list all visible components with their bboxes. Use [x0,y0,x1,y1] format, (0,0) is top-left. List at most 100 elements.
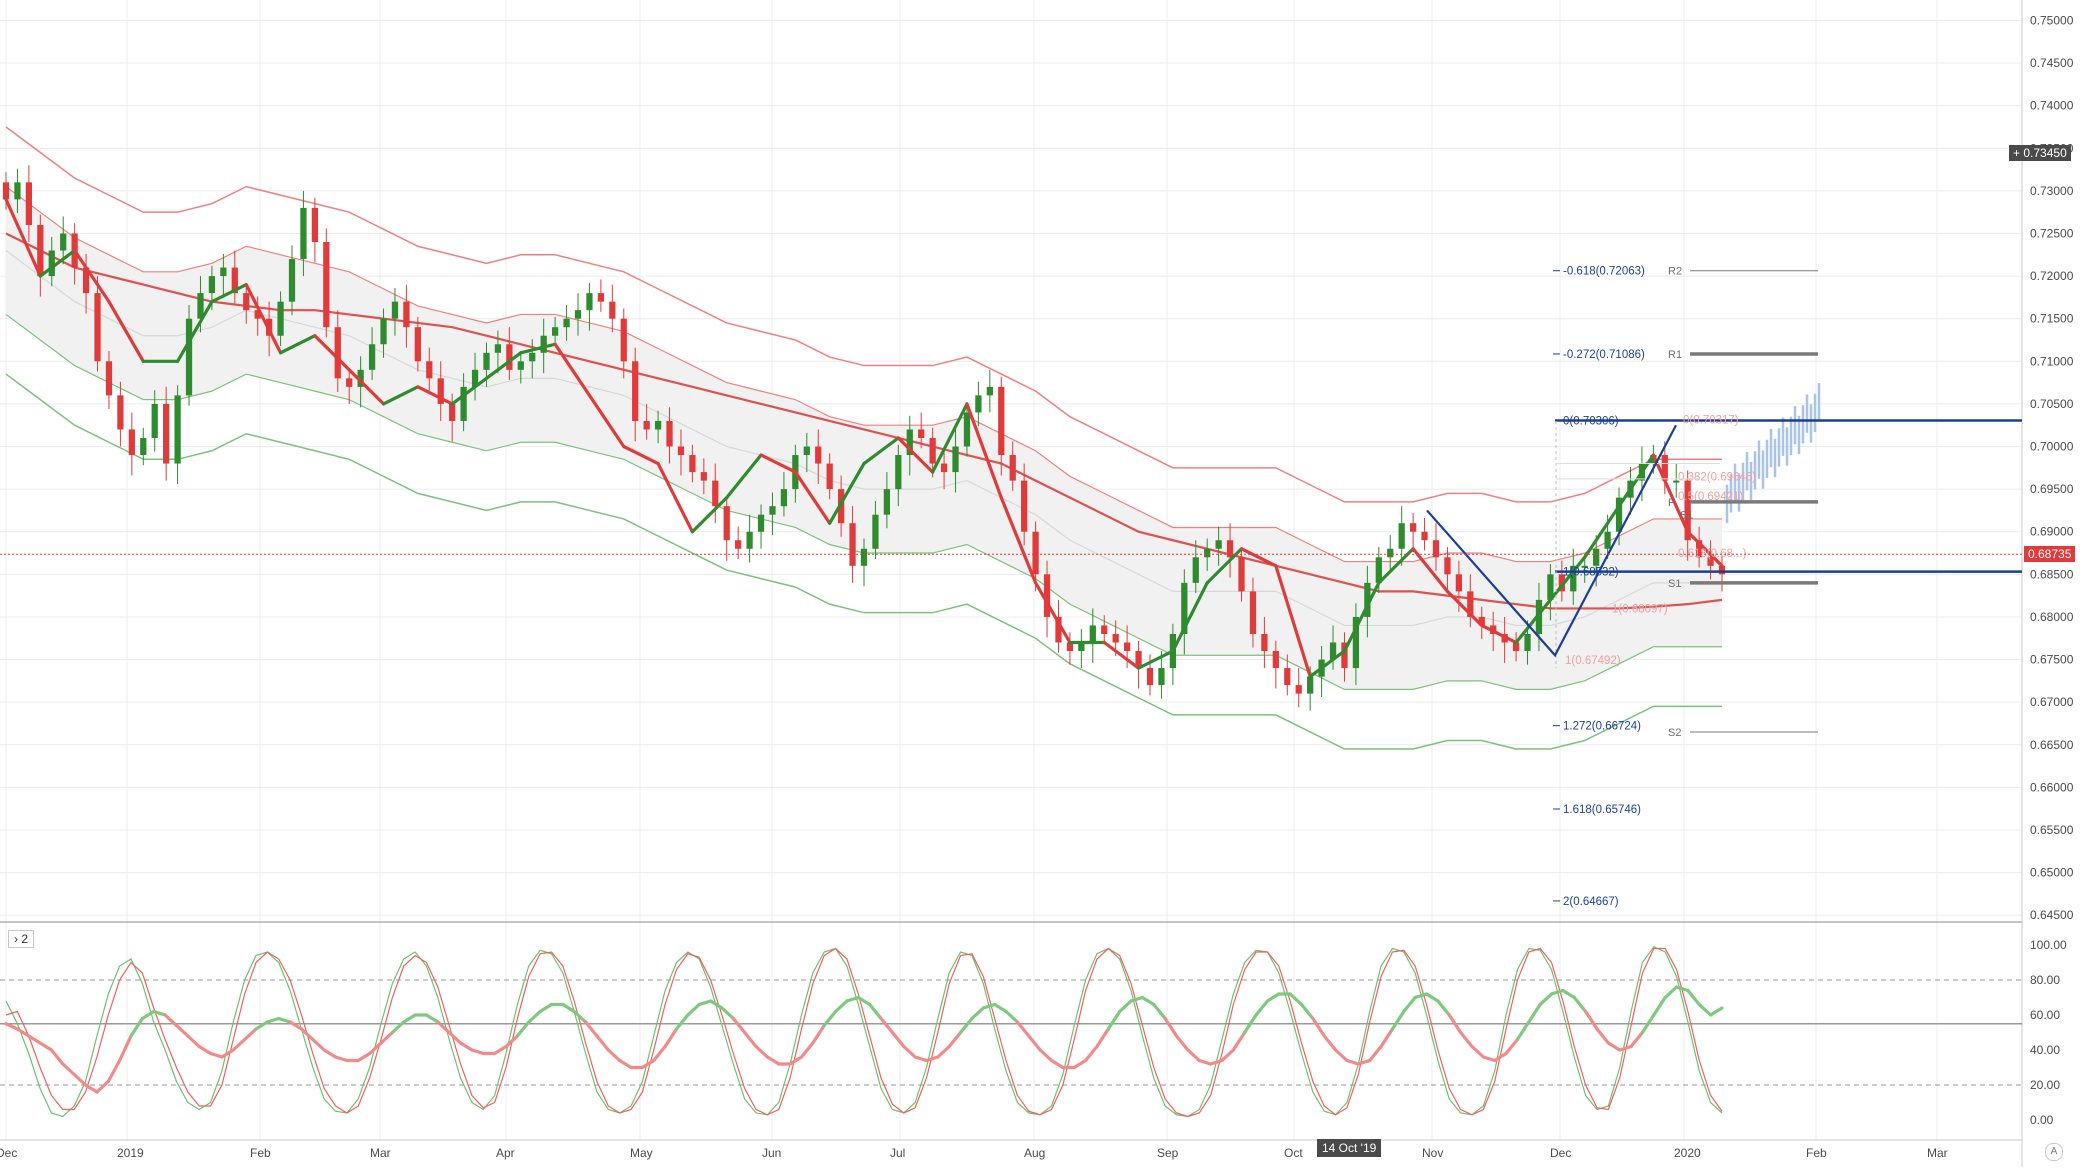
x-tick-label: 2020 [1674,1146,1701,1160]
candle-body [849,523,856,566]
candle-body [1421,531,1428,541]
osc-y-tick-label: 40.00 [2030,1043,2060,1057]
candle-body [574,310,582,319]
pivot-label: S1 [1668,578,1681,590]
candle-body [1593,548,1600,566]
candle-body [1043,574,1051,617]
x-tick-label: Apr [496,1146,515,1160]
candle-body [506,344,513,370]
y-tick-label: 0.67500 [2030,653,2074,667]
y-tick-label: 0.72000 [2030,269,2074,283]
candle-body [540,335,547,353]
candle-body [1409,523,1417,532]
candle-body [1123,642,1131,652]
x-tick-label: Oct [1284,1146,1303,1160]
fib-level-label: -0.272(0.71086) [1563,349,1645,361]
y-tick-label: 0.73000 [2030,184,2074,198]
osc-y-tick-label: 60.00 [2030,1008,2060,1022]
chart-canvas[interactable]: 0.750000.745000.740000.735000.730000.725… [0,0,2091,1167]
candle-body [780,489,788,507]
y-tick-label: 0.71000 [2030,354,2074,368]
auto-scale-button[interactable]: A [2045,1143,2063,1161]
y-tick-label: 0.74500 [2030,56,2074,70]
candle-body [1009,455,1016,481]
candle-body [128,429,135,456]
candle-body [1398,523,1405,549]
candle-body [414,327,421,362]
y-tick-label: 0.64500 [2030,908,2074,922]
y-tick-label: 0.66500 [2030,738,2074,752]
candle-body [597,293,605,302]
candle-body [48,250,55,277]
crosshair-date-tag: 14 Oct '19 [1317,1139,1382,1157]
candle-body [872,514,879,549]
candle-body [311,207,319,243]
candle-body [94,293,101,362]
fib-level-label: 2(0.64667) [1563,896,1619,908]
fib-level-label: -0.618(0.72063) [1563,266,1645,278]
candle-body [1272,651,1279,669]
osc-y-tick-label: 100.00 [2030,938,2067,952]
x-tick-label: Feb [1806,1146,1827,1160]
candle-body [666,420,673,447]
candle-body [769,506,776,515]
x-tick-label: Mar [370,1146,391,1160]
candle-body [277,301,284,336]
y-tick-label: 0.69000 [2030,525,2074,539]
osc-y-tick-label: 0.00 [2030,1113,2054,1127]
candle-body [895,455,902,490]
y-tick-label: 0.70500 [2030,397,2074,411]
candle-body [1215,540,1222,549]
candle-body [334,327,341,379]
y-tick-label: 0.74000 [2030,99,2074,113]
candle-body [1238,557,1245,592]
x-tick-label: Feb [250,1146,271,1160]
candle-body [975,395,982,413]
candle-body [1192,557,1199,583]
candle-body [735,540,742,549]
last-price-tag: 0.68735 [2024,546,2076,563]
candle-body [1112,633,1119,643]
x-tick-label: Sep [1157,1146,1179,1160]
oscillator-pane-toggle[interactable]: › 2 [8,930,35,948]
candle-body [643,420,650,430]
y-tick-label: 0.67000 [2030,695,2074,709]
candle-body [700,472,707,481]
candle-body [563,318,570,328]
candle-body [483,352,490,370]
candle-body [449,403,456,421]
candle-body [163,403,170,464]
x-tick-label: Dec [0,1146,17,1160]
candle-body [174,395,181,464]
candle-body [620,318,627,362]
candle-body [517,361,524,370]
candle-body [952,446,959,473]
candle-body [1455,574,1463,592]
x-tick-label: Mar [1927,1146,1948,1160]
candle-body [1307,676,1314,694]
candle-body [1295,685,1302,694]
candle-body [986,386,993,396]
candle-body [1101,625,1108,634]
y-tick-label: 0.66000 [2030,780,2074,794]
candle-body [689,455,696,473]
y-tick-label: 0.65000 [2030,866,2074,880]
candle-body [1204,548,1211,558]
last-price: 0.68735 [2028,547,2072,562]
candle-body [815,446,822,464]
crosshair-price: 0.73450 [2023,145,2067,160]
candle-body [1524,633,1531,652]
chart-window: 0.750000.745000.740000.735000.730000.725… [0,0,2091,1167]
pivot-label: S1 [1680,510,1693,522]
candle-body [220,267,227,277]
candle-body [300,207,307,260]
candle-body [529,352,536,362]
candle-body [609,301,616,319]
candle-body [757,514,765,532]
candle-body [391,301,399,319]
candle-body [963,412,971,447]
candle-body [1387,548,1394,558]
y-tick-label: 0.68500 [2030,567,2074,581]
fib-level-label: 0(0.70306) [1563,415,1619,427]
candle-body [105,361,113,396]
